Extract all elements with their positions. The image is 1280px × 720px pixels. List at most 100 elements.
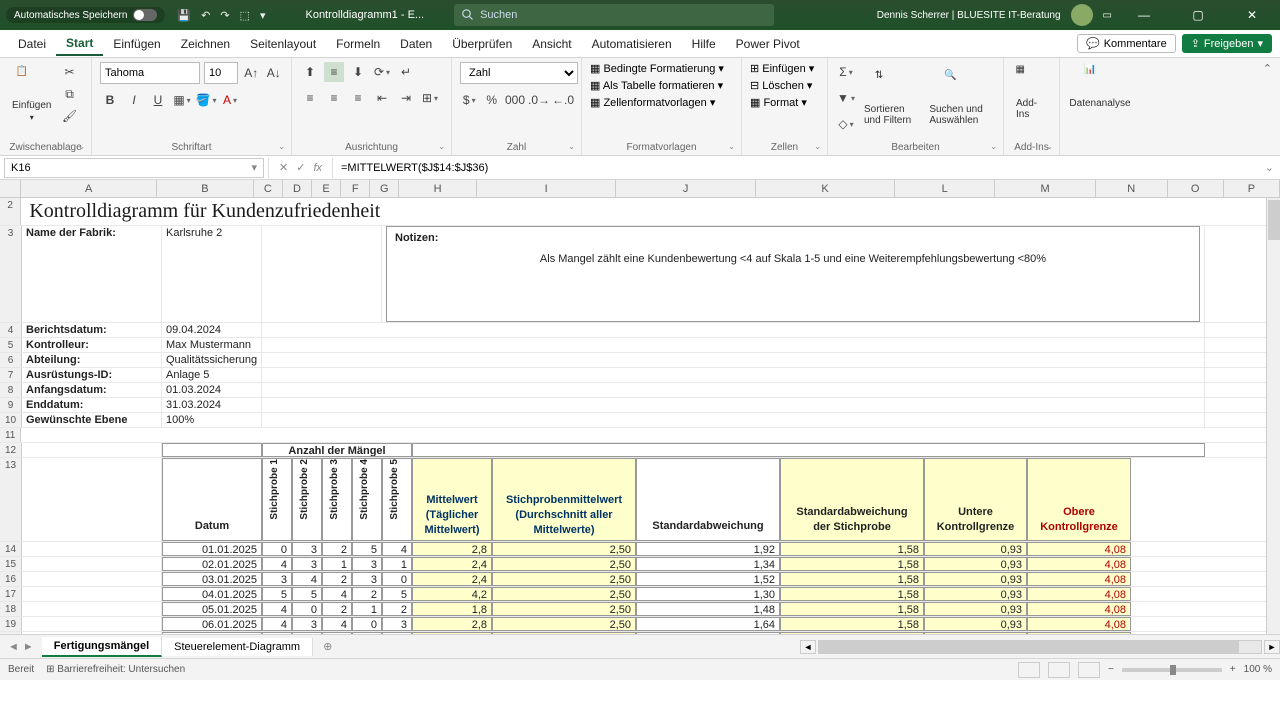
cell-date[interactable]: 01.01.2025: [162, 542, 262, 556]
cell-sample[interactable]: 5: [382, 587, 412, 601]
cell-stddev[interactable]: 1,92: [636, 542, 780, 556]
row-header[interactable]: 17: [0, 587, 22, 601]
cell-sample[interactable]: 3: [262, 572, 292, 586]
collapse-ribbon-icon[interactable]: ⌃: [1255, 58, 1280, 155]
cell-sample[interactable]: 4: [322, 587, 352, 601]
col-sample-mean[interactable]: Stichprobenmittelwert (Durchschnitt alle…: [492, 458, 636, 541]
cell-sample-mean[interactable]: 2,50: [492, 617, 636, 631]
cell-sample-stddev[interactable]: 1,58: [780, 617, 924, 631]
undo-icon[interactable]: ↶: [201, 9, 210, 22]
info-value[interactable]: 01.03.2024: [162, 383, 262, 397]
sheet-tab-other[interactable]: Steuerelement-Diagramm: [162, 638, 313, 656]
info-value[interactable]: Karlsruhe 2: [162, 226, 262, 322]
redo-icon[interactable]: ↷: [220, 9, 229, 22]
cell-sample[interactable]: 5: [262, 587, 292, 601]
col-sample[interactable]: Stichprobe 5: [382, 458, 412, 541]
col-header[interactable]: B: [157, 180, 254, 197]
autosum-icon[interactable]: Σ: [836, 62, 856, 82]
avatar[interactable]: [1071, 4, 1093, 26]
col-sample[interactable]: Stichprobe 4: [352, 458, 382, 541]
row-header[interactable]: 20: [0, 632, 22, 634]
cell-sample-mean[interactable]: 2,50: [492, 587, 636, 601]
addins-button[interactable]: ▦Add-Ins: [1012, 62, 1051, 122]
cell-mean[interactable]: 2,8: [412, 542, 492, 556]
new-sheet-icon[interactable]: ⊕: [313, 640, 342, 653]
currency-icon[interactable]: $: [460, 90, 479, 110]
cell-sample[interactable]: 3: [352, 572, 382, 586]
col-header[interactable]: O: [1168, 180, 1224, 197]
close-button[interactable]: ✕: [1230, 8, 1274, 22]
format-painter-icon[interactable]: 🖌: [59, 106, 79, 126]
cell-sample[interactable]: 1: [352, 602, 382, 616]
cell-sample[interactable]: 3: [292, 542, 322, 556]
cell-sample-mean[interactable]: 2,50: [492, 557, 636, 571]
tab-layout[interactable]: Seitenlayout: [240, 33, 326, 55]
orientation-icon[interactable]: ⟳: [372, 62, 392, 82]
col-header[interactable]: F: [341, 180, 370, 197]
sort-filter-button[interactable]: ⇅Sortieren und Filtern: [860, 68, 921, 128]
cell-sample[interactable]: 3: [292, 617, 322, 631]
cell[interactable]: [262, 323, 1205, 337]
col-ucl[interactable]: Obere Kontrollgrenze: [1027, 458, 1131, 541]
borders-button[interactable]: ▦: [172, 90, 192, 110]
cell-stddev[interactable]: 1,52: [636, 572, 780, 586]
cell-stddev[interactable]: 1,34: [636, 557, 780, 571]
col-header[interactable]: I: [477, 180, 617, 197]
cell-sample[interactable]: 1: [382, 557, 412, 571]
cell-sample[interactable]: 5: [292, 632, 322, 634]
maximize-button[interactable]: ▢: [1176, 8, 1220, 22]
cell[interactable]: [22, 542, 162, 556]
col-sample-stddev[interactable]: Standardabweichung der Stichprobe: [780, 458, 924, 541]
cell[interactable]: [412, 443, 1205, 457]
font-name-combo[interactable]: [100, 62, 200, 84]
underline-button[interactable]: U: [148, 90, 168, 110]
zoom-out-icon[interactable]: −: [1108, 664, 1114, 675]
cell-sample-mean[interactable]: 2,50: [492, 632, 636, 634]
col-header[interactable]: C: [254, 180, 283, 197]
share-button[interactable]: ⇪ Freigeben ▾: [1182, 34, 1272, 53]
clear-icon[interactable]: ◇: [836, 114, 856, 134]
cell[interactable]: [22, 602, 162, 616]
row-header[interactable]: 16: [0, 572, 22, 586]
info-value[interactable]: Max Mustermann: [162, 338, 262, 352]
cell[interactable]: [22, 572, 162, 586]
comments-button[interactable]: 💬 Kommentare: [1077, 34, 1176, 53]
cell[interactable]: [22, 632, 162, 634]
sheet-nav-next-icon[interactable]: ►: [23, 641, 34, 653]
number-format-combo[interactable]: Zahl: [460, 62, 578, 84]
col-sample[interactable]: Stichprobe 3: [322, 458, 352, 541]
cell-lcl[interactable]: 0,93: [924, 617, 1027, 631]
font-color-button[interactable]: A: [220, 90, 240, 110]
info-value[interactable]: 100%: [162, 413, 262, 427]
cell-sample-stddev[interactable]: 1,58: [780, 557, 924, 571]
horizontal-scrollbar[interactable]: ◄►: [800, 640, 1280, 654]
cell-date[interactable]: 07.01.2025: [162, 632, 262, 634]
fill-icon[interactable]: ▼: [836, 88, 856, 108]
cell-sample[interactable]: 2: [352, 587, 382, 601]
cell-sample-stddev[interactable]: 1,58: [780, 602, 924, 616]
cell-sample[interactable]: 0: [352, 617, 382, 631]
cell[interactable]: [22, 587, 162, 601]
col-header[interactable]: H: [399, 180, 477, 197]
cell-sample[interactable]: 0: [292, 602, 322, 616]
row-header[interactable]: 2: [0, 198, 21, 225]
cell-ucl[interactable]: 4,08: [1027, 557, 1131, 571]
col-date[interactable]: Datum: [162, 458, 262, 541]
cell-sample-mean[interactable]: 2,50: [492, 542, 636, 556]
ribbon-mode-icon[interactable]: ▭: [1103, 10, 1112, 21]
autosave-toggle[interactable]: Automatisches Speichern: [6, 7, 165, 23]
align-middle-icon[interactable]: ≡: [324, 62, 344, 82]
find-select-button[interactable]: 🔍Suchen und Auswählen: [925, 68, 995, 128]
row-header[interactable]: 4: [0, 323, 22, 337]
info-value[interactable]: 09.04.2024: [162, 323, 262, 337]
align-right-icon[interactable]: ≡: [348, 88, 368, 108]
cell-ucl[interactable]: 4,08: [1027, 617, 1131, 631]
cell-sample[interactable]: 2: [322, 572, 352, 586]
tab-automate[interactable]: Automatisieren: [582, 33, 682, 55]
formula-input[interactable]: =MITTELWERT($J$14:$J$36): [333, 162, 1259, 174]
info-label[interactable]: Abteilung:: [22, 353, 162, 367]
cut-icon[interactable]: ✂: [59, 62, 79, 82]
info-label[interactable]: Enddatum:: [22, 398, 162, 412]
cell-sample[interactable]: 0: [262, 542, 292, 556]
increase-decimal-icon[interactable]: .0→: [529, 90, 549, 110]
